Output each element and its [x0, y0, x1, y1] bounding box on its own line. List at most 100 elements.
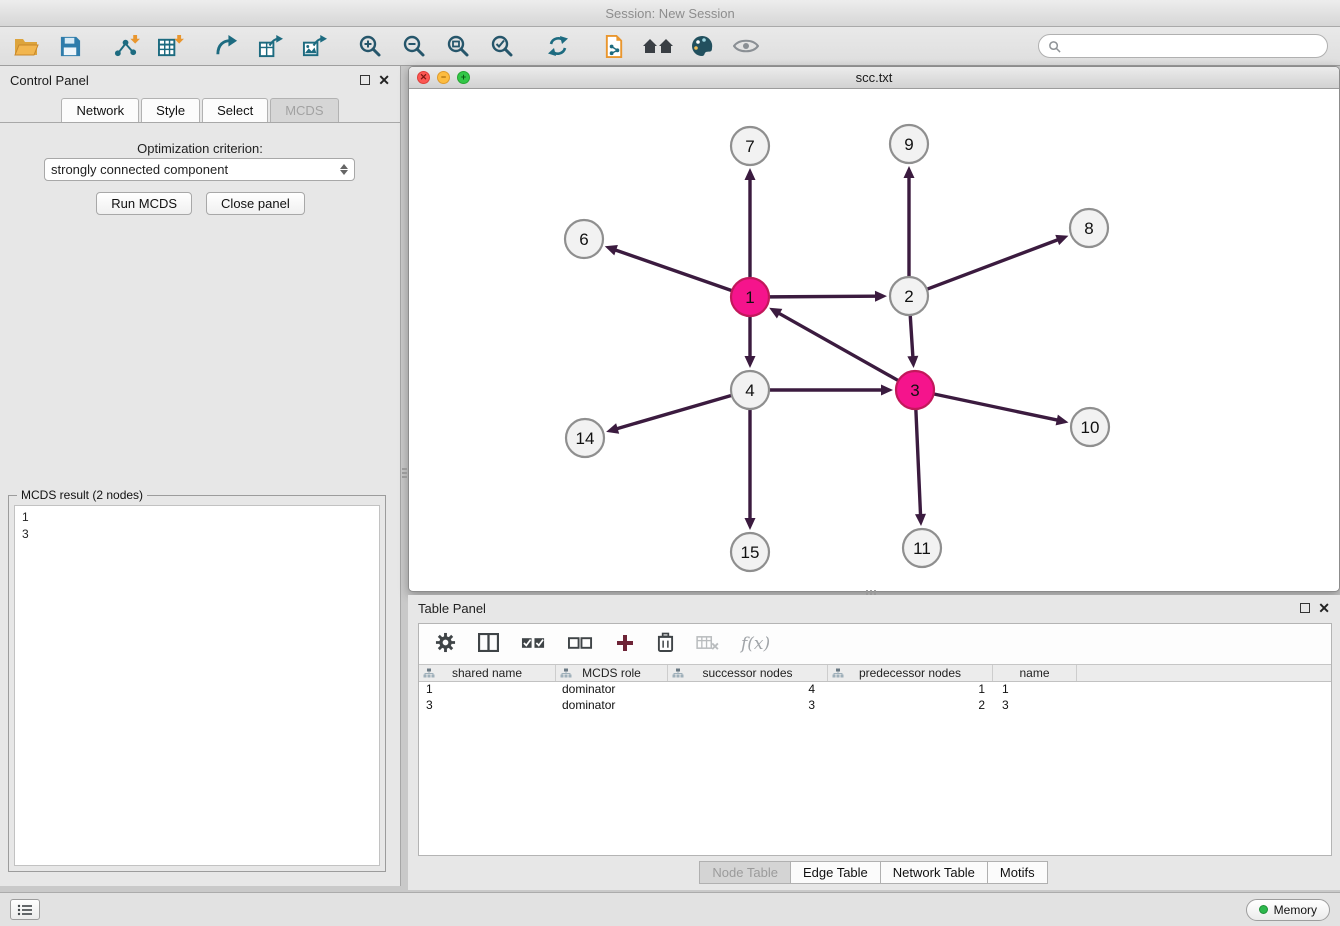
tab-network[interactable]: Network: [61, 98, 139, 122]
column-header-name[interactable]: name: [993, 665, 1077, 681]
mcds-result-title: MCDS result (2 nodes): [17, 488, 147, 502]
criterion-dropdown[interactable]: strongly connected component: [44, 158, 355, 181]
tab-motifs[interactable]: Motifs: [987, 861, 1048, 884]
search-field[interactable]: [1038, 34, 1328, 58]
visual-styles-button[interactable]: [680, 30, 724, 62]
table-cell: dominator: [556, 698, 668, 714]
zoom-window-icon[interactable]: +: [457, 71, 470, 84]
graph-node-label: 6: [579, 230, 588, 249]
graph-edge-1-2[interactable]: [770, 296, 875, 297]
graph-edge-arrowhead: [915, 514, 926, 526]
export-image-button[interactable]: [292, 30, 336, 62]
zoom-out-button[interactable]: [392, 30, 436, 62]
close-panel-icon[interactable]: ✕: [378, 75, 390, 85]
import-table-icon: [157, 34, 184, 59]
status-bar: Memory: [0, 892, 1340, 926]
graph-node-label: 7: [745, 137, 754, 156]
graph-edge-2-8[interactable]: [928, 240, 1057, 289]
import-network-button[interactable]: [104, 30, 148, 62]
export-document-button[interactable]: [592, 30, 636, 62]
graph-edge-1-6[interactable]: [616, 250, 731, 290]
close-panel-button[interactable]: Close panel: [206, 192, 305, 215]
memory-button[interactable]: Memory: [1246, 899, 1330, 921]
minimize-window-icon[interactable]: −: [437, 71, 450, 84]
add-column-button[interactable]: [615, 633, 635, 656]
search-icon: [1048, 40, 1061, 53]
table-row[interactable]: 1dominator411: [419, 682, 1331, 698]
graph-node-label: 1: [745, 288, 754, 307]
open-button[interactable]: [4, 30, 48, 62]
graphics-details-button[interactable]: [724, 30, 768, 62]
graph-edge-arrowhead: [745, 168, 756, 180]
select-all-button[interactable]: [521, 635, 546, 654]
column-header-successor-nodes[interactable]: successor nodes: [668, 665, 828, 681]
zoom-in-button[interactable]: [348, 30, 392, 62]
column-header-shared-name[interactable]: shared name: [419, 665, 556, 681]
share-arrow-icon: [214, 34, 239, 59]
mcds-result-text[interactable]: 1 3: [14, 505, 380, 866]
delete-column-button[interactable]: [657, 632, 674, 656]
graph-edge-arrowhead: [1056, 415, 1069, 426]
close-table-panel-icon[interactable]: ✕: [1318, 603, 1330, 613]
graph-edge-3-1[interactable]: [780, 314, 898, 380]
window-titlebar: Session: New Session: [0, 0, 1340, 27]
zoom-out-icon: [402, 34, 426, 58]
tab-edge-table[interactable]: Edge Table: [790, 861, 881, 884]
control-panel-title: Control Panel: [10, 73, 89, 88]
float-table-panel-icon[interactable]: [1300, 603, 1310, 613]
table-cell: 1: [419, 682, 556, 698]
export-document-icon: [603, 34, 626, 59]
select-all-icon: [521, 635, 546, 651]
deselect-all-button[interactable]: [568, 635, 593, 654]
tab-style[interactable]: Style: [141, 98, 200, 122]
table-cell: 1: [993, 682, 1077, 698]
home-button[interactable]: [636, 30, 680, 62]
graph-node-label: 3: [910, 381, 919, 400]
close-window-icon[interactable]: ✕: [417, 71, 430, 84]
graph-node-label: 10: [1081, 418, 1100, 437]
table-settings-button[interactable]: [435, 632, 456, 656]
tab-network-table[interactable]: Network Table: [880, 861, 988, 884]
import-network-icon: [113, 34, 140, 59]
tab-select[interactable]: Select: [202, 98, 268, 122]
control-panel: Control Panel ✕ Network Style Select MCD…: [0, 66, 401, 886]
vertical-splitter[interactable]: [402, 460, 407, 486]
graph-edge-4-14[interactable]: [618, 396, 731, 429]
refresh-button[interactable]: [536, 30, 580, 62]
export-table-button[interactable]: [248, 30, 292, 62]
graph-edge-3-11[interactable]: [916, 410, 921, 514]
tab-mcds[interactable]: MCDS: [270, 98, 338, 122]
table-cell: 1: [828, 682, 993, 698]
zoom-fit-button[interactable]: [436, 30, 480, 62]
table-cell: 4: [668, 682, 828, 698]
refresh-icon: [546, 34, 570, 58]
save-button[interactable]: [48, 30, 92, 62]
graph-edge-3-10[interactable]: [935, 394, 1057, 420]
column-header-predecessor-nodes[interactable]: predecessor nodes: [828, 665, 993, 681]
column-type-icon: [832, 668, 844, 678]
optimization-criterion-label: Optimization criterion:: [0, 141, 400, 156]
network-window-titlebar[interactable]: ✕ − + scc.txt: [409, 67, 1339, 89]
table-cell: 3: [668, 698, 828, 714]
function-builder-button[interactable]: f(x): [741, 634, 770, 654]
list-icon: [17, 904, 33, 916]
export-network-button[interactable]: [204, 30, 248, 62]
tab-node-table[interactable]: Node Table: [699, 861, 791, 884]
import-table-button[interactable]: [148, 30, 192, 62]
search-input[interactable]: [1067, 39, 1318, 54]
graph-edge-2-3[interactable]: [910, 316, 913, 356]
delete-table-button[interactable]: [696, 634, 719, 654]
float-panel-icon[interactable]: [360, 75, 370, 85]
run-mcds-button[interactable]: Run MCDS: [96, 192, 192, 215]
task-history-button[interactable]: [10, 899, 40, 920]
graph-edge-arrowhead: [904, 166, 915, 178]
show-columns-button[interactable]: [478, 633, 499, 655]
column-header-mcds-role[interactable]: MCDS role: [556, 665, 668, 681]
network-canvas[interactable]: 7968124314101511: [409, 89, 1339, 590]
palette-icon: [690, 34, 714, 58]
zoom-selected-icon: [490, 34, 514, 58]
table-row[interactable]: 3dominator323: [419, 698, 1331, 714]
zoom-selected-button[interactable]: [480, 30, 524, 62]
graph-edge-arrowhead: [1055, 235, 1068, 245]
graph-edge-arrowhead: [881, 385, 893, 396]
